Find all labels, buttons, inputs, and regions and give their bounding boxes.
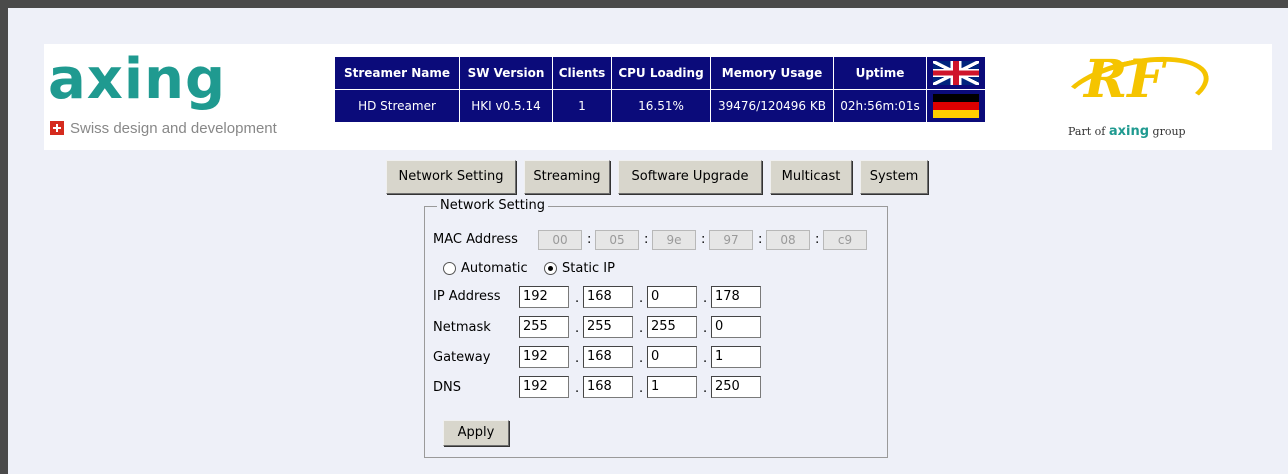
- mac-separator: :: [701, 232, 706, 247]
- mac-octet-4: 97: [709, 230, 753, 250]
- netmask-octet-3[interactable]: 255: [647, 316, 697, 338]
- rf-logo: RF Part of axing group: [1054, 45, 1215, 144]
- automatic-label[interactable]: Automatic: [461, 261, 528, 276]
- english-flag-icon[interactable]: [933, 61, 979, 85]
- mac-address-label: MAC Address: [433, 232, 518, 247]
- status-header-clients: Clients: [552, 56, 612, 90]
- gateway-octet-1[interactable]: 192: [519, 346, 569, 368]
- mac-separator: :: [758, 232, 763, 247]
- rf-part-of: Part of axing group: [1068, 124, 1186, 139]
- ip-dot: .: [575, 351, 580, 366]
- mac-octet-1: 00: [538, 230, 582, 250]
- mac-octet-5: 08: [766, 230, 810, 250]
- ip-dot: .: [703, 321, 708, 336]
- mac-octet-6: c9: [823, 230, 867, 250]
- axing-logo: axing Swiss design and development: [44, 44, 334, 150]
- dns-octet-4[interactable]: 250: [711, 376, 761, 398]
- apply-button[interactable]: Apply: [443, 420, 509, 446]
- ip-address-octet-4[interactable]: 178: [711, 286, 761, 308]
- status-value-uptime: 02h:56m:01s: [833, 89, 927, 123]
- netmask-octet-2[interactable]: 255: [583, 316, 633, 338]
- ip-dot: .: [639, 291, 644, 306]
- tagline-text: Swiss design and development: [70, 120, 277, 137]
- netmask-label: Netmask: [433, 320, 491, 335]
- static-ip-radio[interactable]: [544, 262, 557, 275]
- mac-octet-2: 05: [595, 230, 639, 250]
- status-value-memory-usage: 39476/120496 KB: [710, 89, 834, 123]
- status-value-clients: 1: [552, 89, 612, 123]
- header: axing Swiss design and development Strea…: [44, 44, 1272, 150]
- status-value-sw-version: HKI v0.5.14: [459, 89, 553, 123]
- status-header-sw-version: SW Version: [459, 56, 553, 90]
- gateway-octet-2[interactable]: 168: [583, 346, 633, 368]
- mac-separator: :: [587, 232, 592, 247]
- status-value-cpu-loading: 16.51%: [611, 89, 711, 123]
- rf-mark: RF: [1084, 49, 1165, 110]
- language-de-cell[interactable]: [926, 89, 986, 123]
- dns-octet-1[interactable]: 192: [519, 376, 569, 398]
- tab-network-setting[interactable]: Network Setting: [386, 160, 516, 194]
- ip-dot: .: [703, 291, 708, 306]
- gateway-octet-3[interactable]: 0: [647, 346, 697, 368]
- logo-wordmark: axing: [48, 47, 227, 112]
- ip-dot: .: [639, 321, 644, 336]
- status-header-cpu-loading: CPU Loading: [611, 56, 711, 90]
- status-header-memory-usage: Memory Usage: [710, 56, 834, 90]
- ip-dot: .: [639, 351, 644, 366]
- german-flag-icon[interactable]: [933, 94, 979, 118]
- tab-software-upgrade[interactable]: Software Upgrade: [618, 160, 762, 194]
- mac-separator: :: [815, 232, 820, 247]
- tab-multicast[interactable]: Multicast: [770, 160, 852, 194]
- gateway-octet-4[interactable]: 1: [711, 346, 761, 368]
- ip-address-octet-2[interactable]: 168: [583, 286, 633, 308]
- ip-address-octet-1[interactable]: 192: [519, 286, 569, 308]
- ip-dot: .: [575, 381, 580, 396]
- fieldset-legend: Network Setting: [437, 198, 548, 213]
- status-header-streamer-name: Streamer Name: [334, 56, 460, 90]
- mac-octet-3: 9e: [652, 230, 696, 250]
- ip-dot: .: [703, 381, 708, 396]
- ip-dot: .: [703, 351, 708, 366]
- ip-address-octet-3[interactable]: 0: [647, 286, 697, 308]
- dns-octet-2[interactable]: 168: [583, 376, 633, 398]
- ip-dot: .: [575, 321, 580, 336]
- static-ip-label[interactable]: Static IP: [562, 261, 615, 276]
- ip-dot: .: [575, 291, 580, 306]
- netmask-octet-1[interactable]: 255: [519, 316, 569, 338]
- automatic-radio[interactable]: [443, 262, 456, 275]
- ip-address-label: IP Address: [433, 289, 501, 304]
- dns-octet-3[interactable]: 1: [647, 376, 697, 398]
- status-header-uptime: Uptime: [833, 56, 927, 90]
- gateway-label: Gateway: [433, 350, 491, 365]
- mac-separator: :: [644, 232, 649, 247]
- dns-label: DNS: [433, 380, 461, 395]
- language-en-cell[interactable]: [926, 56, 986, 90]
- ip-dot: .: [639, 381, 644, 396]
- logo-tagline: Swiss design and development: [50, 120, 277, 137]
- tab-system[interactable]: System: [860, 160, 928, 194]
- netmask-octet-4[interactable]: 0: [711, 316, 761, 338]
- swiss-cross-icon: [50, 121, 64, 135]
- page-frame: axing Swiss design and development Strea…: [0, 0, 1288, 474]
- tab-streaming[interactable]: Streaming: [524, 160, 610, 194]
- status-table: Streamer Name SW Version Clients CPU Loa…: [334, 56, 986, 123]
- status-value-streamer-name: HD Streamer: [334, 89, 460, 123]
- network-setting-fieldset: Network Setting MAC Address 00 : 05 : 9e…: [424, 198, 888, 458]
